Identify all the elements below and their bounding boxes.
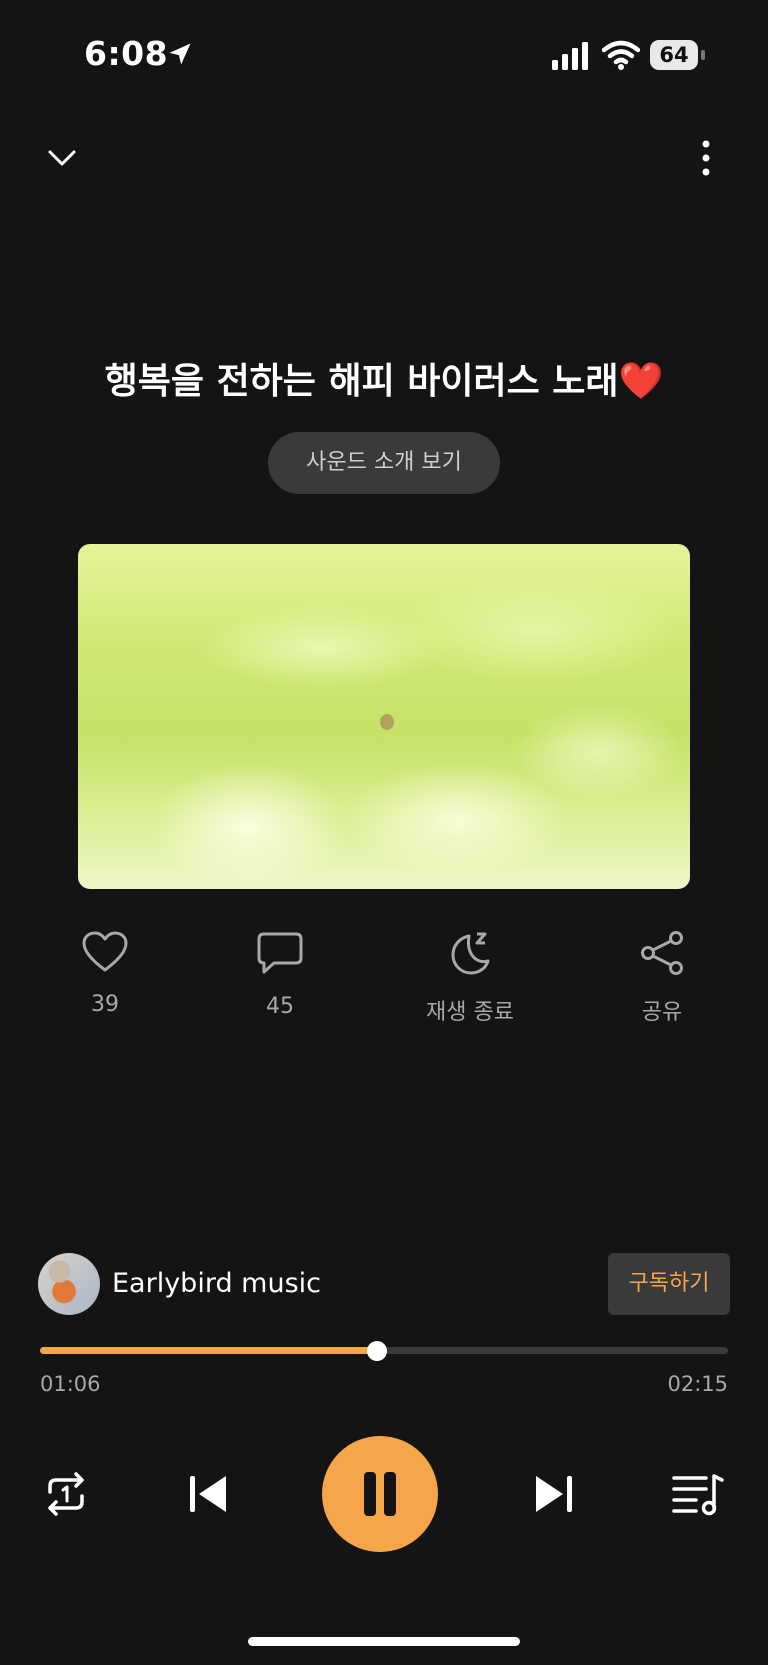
share-label: 공유 [641,1000,683,1025]
wifi-icon [602,40,640,70]
current-time: 01:06 [40,1372,101,1396]
heart-icon [82,931,128,972]
channel-avatar[interactable] [38,1253,100,1315]
share-icon [641,931,683,975]
album-artwork [78,544,690,889]
status-time: 6:08 [84,34,169,73]
cellular-signal-icon [552,42,588,70]
like-action[interactable]: 39 [45,930,165,1017]
comment-action[interactable]: 45 [220,930,340,1019]
sleep-timer-action[interactable]: 재생 종료 [410,930,530,1026]
comment-icon [257,932,303,974]
track-title: 행복을 전하는 해피 바이러스 노래❤️ [104,361,664,402]
moon-sleep-icon [451,932,490,975]
like-count: 39 [91,992,119,1017]
repeat-one-icon[interactable] [42,1472,90,1516]
progress-fill [40,1347,378,1354]
battery-level: 64 [659,43,689,67]
chevron-down-icon[interactable] [44,140,80,176]
channel-name[interactable]: Earlybird music [112,1268,321,1299]
home-indicator[interactable] [248,1637,520,1646]
pause-button[interactable] [322,1436,438,1552]
location-arrow-icon [169,43,191,65]
share-action[interactable]: 공유 [602,930,722,1026]
sleep-timer-label: 재생 종료 [426,1000,514,1025]
progress-slider[interactable] [40,1341,728,1361]
skip-next-icon[interactable] [532,1472,576,1516]
more-vertical-icon[interactable] [690,138,722,178]
battery-indicator: 64 [650,40,706,70]
subscribe-button[interactable]: 구독하기 [608,1253,730,1315]
sound-intro-button[interactable]: 사운드 소개 보기 [268,432,500,494]
progress-thumb[interactable] [367,1341,388,1361]
skip-previous-icon[interactable] [186,1472,230,1516]
pause-icon [364,1472,376,1516]
playlist-icon[interactable] [672,1472,724,1516]
comment-count: 45 [266,994,294,1019]
total-time: 02:15 [667,1372,728,1396]
